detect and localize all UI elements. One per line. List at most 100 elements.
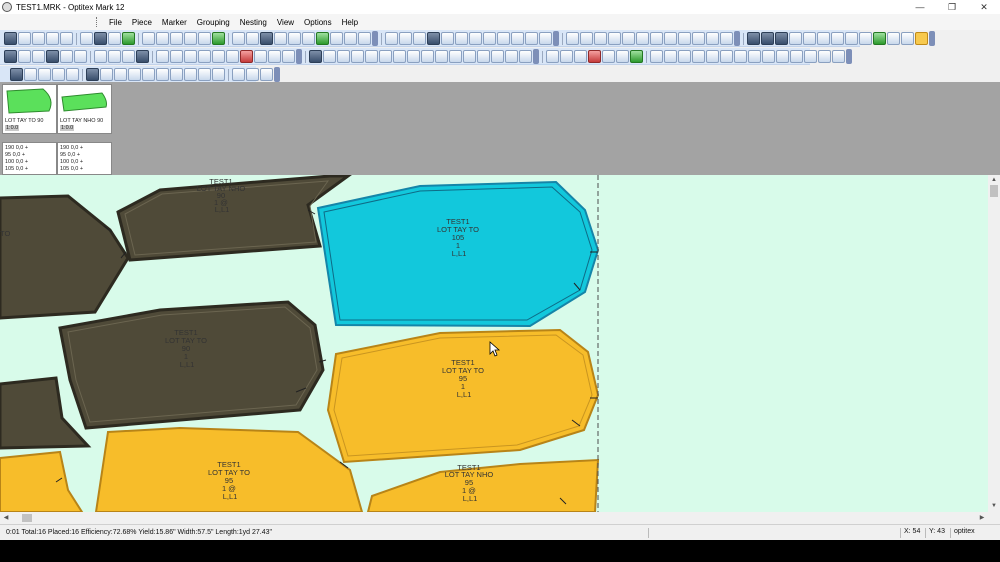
toolbar-tool-icon[interactable] — [594, 32, 607, 45]
toolbar-tool-icon[interactable] — [511, 32, 524, 45]
toolbar-tool-icon[interactable] — [212, 68, 225, 81]
horizontal-scrollbar[interactable]: ◀ ▶ — [0, 512, 988, 524]
toolbar-tool-icon[interactable] — [622, 32, 635, 45]
toolbar-tool-icon[interactable] — [122, 50, 135, 63]
toolbar-tool-icon[interactable] — [413, 32, 426, 45]
toolbar-tool-icon[interactable] — [560, 50, 573, 63]
toolbar-overflow-button[interactable] — [533, 49, 539, 64]
toolbar-tool-icon[interactable] — [817, 32, 830, 45]
toolbar-tool-icon[interactable] — [692, 50, 705, 63]
toolbar-tool-icon[interactable] — [309, 50, 322, 63]
scroll-down-icon[interactable]: ▼ — [990, 502, 998, 510]
toolbar-tool-icon[interactable] — [748, 50, 761, 63]
toolbar-overflow-button[interactable] — [734, 31, 740, 46]
toolbar-tool-icon[interactable] — [18, 50, 31, 63]
toolbar-tool-icon[interactable] — [24, 68, 37, 81]
piece-thumbnail-1[interactable]: LOT TAY TO 90 1:0.0 — [2, 84, 57, 134]
minimize-button[interactable]: — — [904, 0, 936, 14]
toolbar-tool-icon[interactable] — [469, 32, 482, 45]
toolbar-tool-icon[interactable] — [616, 50, 629, 63]
toolbar-tool-icon[interactable] — [198, 50, 211, 63]
toolbar-tool-icon[interactable] — [94, 32, 107, 45]
toolbar-overflow-button[interactable] — [846, 49, 852, 64]
toolbar-tool-icon[interactable] — [156, 68, 169, 81]
menu-marker[interactable]: Marker — [157, 18, 192, 27]
toolbar-tool-icon[interactable] — [803, 32, 816, 45]
toolbar-tool-icon[interactable] — [142, 32, 155, 45]
toolbar-tool-icon[interactable] — [86, 68, 99, 81]
menu-view[interactable]: View — [272, 18, 299, 27]
toolbar-tool-icon[interactable] — [254, 50, 267, 63]
toolbar-tool-icon[interactable] — [232, 68, 245, 81]
toolbar-tool-icon[interactable] — [170, 50, 183, 63]
toolbar-tool-icon[interactable] — [734, 50, 747, 63]
toolbar-tool-icon[interactable] — [323, 50, 336, 63]
toolbar-tool-icon[interactable] — [282, 50, 295, 63]
toolbar-tool-icon[interactable] — [706, 50, 719, 63]
toolbar-tool-icon[interactable] — [46, 50, 59, 63]
toolbar-tool-icon[interactable] — [762, 50, 775, 63]
toolbar-tool-icon[interactable] — [4, 32, 17, 45]
toolbar-tool-icon[interactable] — [747, 32, 760, 45]
piece-thumbnail-2[interactable]: LOT TAY NHO 90 1:0.0 — [57, 84, 112, 134]
toolbar-tool-icon[interactable] — [46, 32, 59, 45]
toolbar-tool-icon[interactable] — [100, 68, 113, 81]
menu-piece[interactable]: Piece — [127, 18, 157, 27]
toolbar-tool-icon[interactable] — [246, 68, 259, 81]
toolbar-tool-icon[interactable] — [344, 32, 357, 45]
menu-grip[interactable] — [96, 17, 98, 27]
menu-nesting[interactable]: Nesting — [235, 18, 272, 27]
toolbar-tool-icon[interactable] — [678, 50, 691, 63]
toolbar-overflow-button[interactable] — [929, 31, 935, 46]
menu-grouping[interactable]: Grouping — [192, 18, 235, 27]
toolbar-tool-icon[interactable] — [720, 50, 733, 63]
toolbar-tool-icon[interactable] — [435, 50, 448, 63]
toolbar-tool-icon[interactable] — [60, 32, 73, 45]
toolbar-tool-icon[interactable] — [546, 50, 559, 63]
horizontal-scroll-thumb[interactable] — [22, 514, 32, 522]
toolbar-tool-icon[interactable] — [608, 32, 621, 45]
toolbar-tool-icon[interactable] — [887, 32, 900, 45]
toolbar-tool-icon[interactable] — [421, 50, 434, 63]
vertical-scroll-thumb[interactable] — [990, 185, 998, 197]
toolbar-tool-icon[interactable] — [379, 50, 392, 63]
toolbar-overflow-button[interactable] — [296, 49, 302, 64]
toolbar-tool-icon[interactable] — [316, 32, 329, 45]
toolbar-tool-icon[interactable] — [156, 32, 169, 45]
toolbar-tool-icon[interactable] — [566, 32, 579, 45]
toolbar-tool-icon[interactable] — [580, 32, 593, 45]
toolbar-tool-icon[interactable] — [18, 32, 31, 45]
toolbar-tool-icon[interactable] — [302, 32, 315, 45]
size-list-2[interactable]: 190 0,0 + 95 0,0 + 100 0,0 + 105 0,0 + — [57, 142, 112, 175]
toolbar-tool-icon[interactable] — [136, 50, 149, 63]
toolbar-tool-icon[interactable] — [407, 50, 420, 63]
toolbar-tool-icon[interactable] — [80, 32, 93, 45]
toolbar-tool-icon[interactable] — [240, 50, 253, 63]
toolbar-tool-icon[interactable] — [692, 32, 705, 45]
toolbar-tool-icon[interactable] — [274, 32, 287, 45]
toolbar-tool-icon[interactable] — [246, 32, 259, 45]
toolbar-tool-icon[interactable] — [790, 50, 803, 63]
toolbar-tool-icon[interactable] — [385, 32, 398, 45]
toolbar-tool-icon[interactable] — [720, 32, 733, 45]
toolbar-tool-icon[interactable] — [455, 32, 468, 45]
toolbar-tool-icon[interactable] — [393, 50, 406, 63]
toolbar-tool-icon[interactable] — [901, 32, 914, 45]
toolbar-tool-icon[interactable] — [588, 50, 601, 63]
toolbar-tool-icon[interactable] — [630, 50, 643, 63]
toolbar-tool-icon[interactable] — [441, 32, 454, 45]
toolbar-tool-icon[interactable] — [519, 50, 532, 63]
toolbar-tool-icon[interactable] — [198, 32, 211, 45]
toolbar-tool-icon[interactable] — [232, 32, 245, 45]
toolbar-tool-icon[interactable] — [831, 32, 844, 45]
toolbar-tool-icon[interactable] — [108, 32, 121, 45]
toolbar-tool-icon[interactable] — [288, 32, 301, 45]
toolbar-tool-icon[interactable] — [358, 32, 371, 45]
toolbar-tool-icon[interactable] — [170, 32, 183, 45]
toolbar-tool-icon[interactable] — [184, 50, 197, 63]
restore-button[interactable]: ❐ — [936, 0, 968, 14]
toolbar-tool-icon[interactable] — [776, 50, 789, 63]
toolbar-tool-icon[interactable] — [74, 50, 87, 63]
toolbar-tool-icon[interactable] — [789, 32, 802, 45]
toolbar-tool-icon[interactable] — [38, 68, 51, 81]
